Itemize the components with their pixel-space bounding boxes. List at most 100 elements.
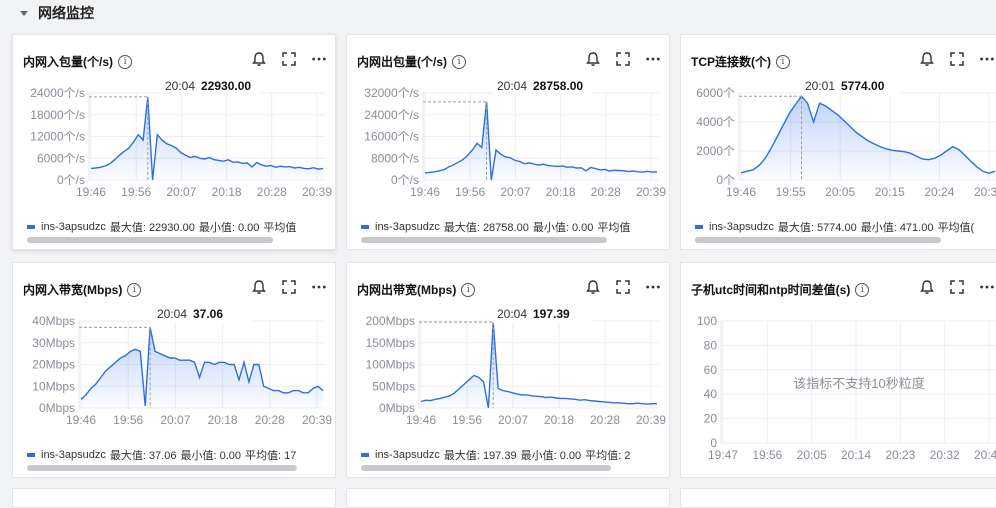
x-tick-label: 20:28 [257,185,287,199]
next-card-stub [12,488,336,508]
x-tick-label: 20:28 [255,413,285,427]
x-tick-label: 20:39 [302,185,332,199]
chart-legend[interactable]: ins-3apsudzc 最大值: 197.39 最小值: 0.00 平均值: 2 [361,447,665,463]
legend-min: 最小值: 0.00 [532,222,594,234]
section-header[interactable]: 网络监控 [0,0,996,26]
series-area [421,322,657,408]
legend-avg: 平均值: 17 [245,450,297,462]
metric-card[interactable]: 内网出带宽(Mbps) i 200Mbps 150Mbps 100Mbps 50Mbps 0… [346,262,670,478]
legend-min: 最小值: 0.00 [180,450,241,462]
tooltip-value: 5774.00 [841,79,885,93]
legend-name: ins-3apsudzc [375,221,440,233]
x-tick-label: 20:39 [636,185,666,199]
metric-card[interactable]: TCP连接数(个) i 6000个 4000个 2000个 0个 19:46 19:55 20:… [680,34,996,250]
series-area [425,101,657,180]
y-tick-label: 50Mbps [372,379,415,393]
tooltip-time: 20:04 [157,307,187,321]
x-tick-label: 19:56 [113,413,143,427]
chart-area[interactable]: 10080604020019:47 19:56 20:05 20:14 20:23 20:… [681,263,996,479]
legend-name: ins-3apsudzc [709,221,774,233]
x-tick-label: 19:46 [66,413,96,427]
legend-name: ins-3apsudzc [375,449,440,461]
legend-scrollbar[interactable] [27,465,297,471]
legend-max: 最大值: 5774.00 [777,222,857,234]
x-tick-label: 20:05 [825,185,855,199]
next-card-stub [346,488,670,508]
legend-max: 最大值: 197.39 [443,450,517,462]
y-tick-label: 40 [704,387,718,401]
y-tick-label: 30Mbps [32,336,75,350]
legend-scrollbar[interactable] [27,237,273,243]
y-tick-label: 6000个 [696,86,735,100]
legend-min: 最小值: 471.00 [860,222,934,234]
x-tick-label: 19:47 [708,448,738,462]
legend-min: 最小值: 0.00 [198,222,260,234]
hover-tooltip: 20:04 37.06 [153,303,253,323]
y-tick-label: 40Mbps [32,314,75,328]
x-tick-label: 20:18 [208,413,238,427]
metric-card[interactable]: 子机utc时间和ntp时间差值(s) i 100 80 60 40 20 0 19:47 19:5… [680,262,996,478]
y-tick-label: 12000个/s [30,130,85,144]
x-tick-label: 20:39 [636,413,666,427]
legend-swatch [361,453,369,457]
x-tick-label: 20:15 [875,185,905,199]
y-tick-label: 100 [697,314,717,328]
x-tick-label: 20:39 [302,413,332,427]
legend-avg: 平均值: 2 [585,450,631,462]
y-tick-label: 6000个/s [37,151,85,165]
chart-legend[interactable]: ins-3apsudzc 最大值: 5774.00 最小值: 471.00 平均值( [695,219,996,235]
legend-min: 最小值: 0.00 [520,450,582,462]
legend-avg: 平均值 [263,222,297,234]
series-area [91,96,323,180]
legend-scrollbar[interactable] [695,237,941,243]
legend-swatch [27,453,35,457]
tooltip-value: 37.06 [193,307,223,321]
hover-tooltip: 20:04 197.39 [493,303,593,323]
x-tick-label: 20:28 [591,185,621,199]
y-tick-label: 8000个/s [371,151,419,165]
legend-max: 最大值: 37.06 [109,450,177,462]
next-card-stub [680,488,996,508]
collapse-caret-icon[interactable] [20,10,28,16]
legend-max: 最大值: 22930.00 [109,222,195,234]
legend-name: ins-3apsudzc [41,449,106,461]
chart-legend[interactable]: ins-3apsudzc 最大值: 22930.00 最小值: 0.00 平均值 [27,219,331,235]
chart-legend[interactable]: ins-3apsudzc 最大值: 37.06 最小值: 0.00 平均值: 17 [27,447,331,463]
legend-scrollbar[interactable] [361,237,607,243]
y-tick-label: 200Mbps [366,314,415,328]
x-tick-label: 19:56 [752,448,782,462]
x-tick-label: 20:23 [885,448,915,462]
x-tick-label: 19:56 [455,185,485,199]
legend-avg: 平均值 [597,222,631,234]
legend-swatch [27,225,35,229]
y-tick-label: 20 [704,412,718,426]
metric-card[interactable]: 内网出包量(个/s) i 32000个/s 24000个/s 16000个/s 8000个… [346,34,670,250]
legend-swatch [361,225,369,229]
x-tick-label: 19:46 [76,185,106,199]
legend-scrollbar[interactable] [361,465,611,471]
x-tick-label: 20:14 [841,448,871,462]
legend-max: 最大值: 28758.00 [443,222,529,234]
y-tick-label: 2000个 [696,144,735,158]
x-tick-label: 20:18 [546,185,576,199]
y-tick-label: 60 [704,363,718,377]
section-title: 网络监控 [38,5,94,21]
y-tick-label: 80 [704,338,718,352]
x-tick-label: 20:07 [160,413,190,427]
x-tick-label: 19:46 [410,185,440,199]
x-tick-label: 19:46 [726,185,756,199]
metric-card[interactable]: 内网入包量(个/s) i 24000个/s 18000个/s 12000个/s 6000个… [12,34,336,250]
no-data-message: 该指标不支持10秒粒度 [793,376,924,391]
hover-tooltip: 20:04 28758.00 [493,75,593,95]
x-tick-label: 19:55 [776,185,806,199]
y-tick-label: 24000个/s [30,86,85,100]
x-tick-label: 20:05 [797,448,827,462]
y-tick-label: 16000个/s [364,130,419,144]
x-tick-label: 20:07 [498,413,528,427]
legend-name: ins-3apsudzc [41,221,106,233]
x-tick-label: 20:18 [544,413,574,427]
legend-swatch [695,225,703,229]
chart-legend[interactable]: ins-3apsudzc 最大值: 28758.00 最小值: 0.00 平均值 [361,219,665,235]
y-tick-label: 18000个/s [30,108,85,122]
metric-card[interactable]: 内网入带宽(Mbps) i 40Mbps 30Mbps 20Mbps 10Mbps 0Mbp… [12,262,336,478]
